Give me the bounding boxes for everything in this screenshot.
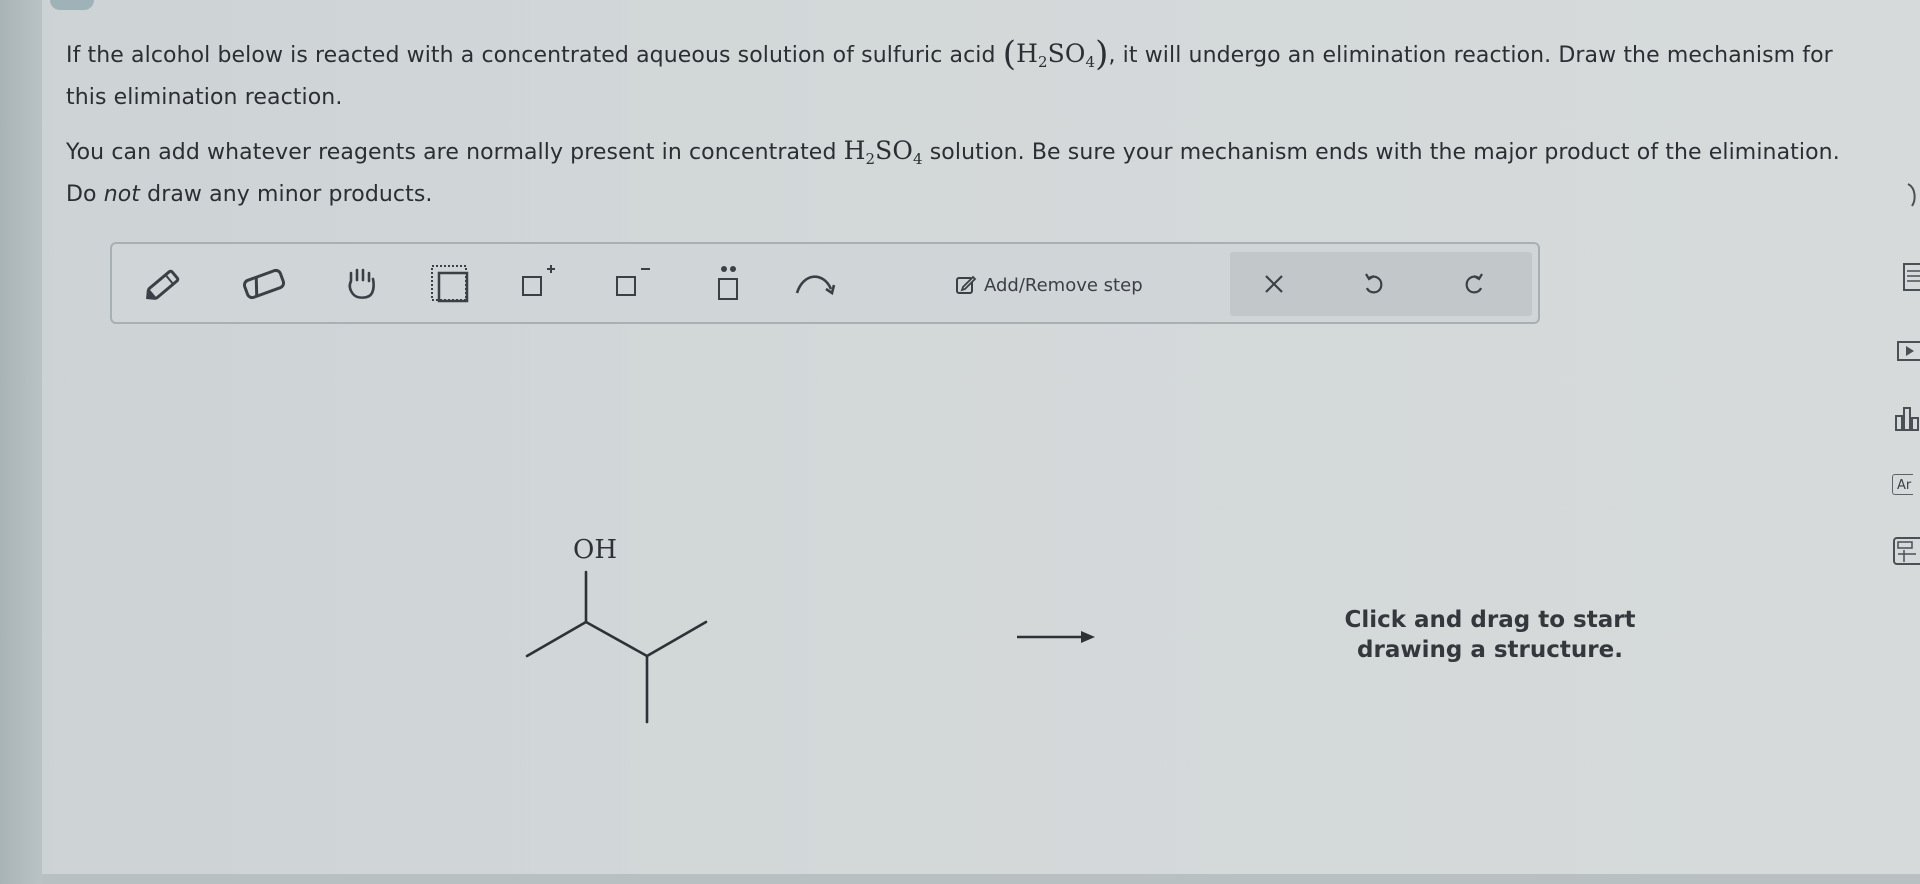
side-toolbar: Ar — [1890, 180, 1920, 600]
edit-icon — [956, 275, 977, 294]
bond-methyl-right — [645, 620, 708, 658]
side-tool-periodic-table[interactable] — [1890, 260, 1920, 292]
drawing-hint-line2: drawing a structure. — [1357, 637, 1623, 663]
bond-methyl-left — [525, 620, 588, 658]
sulfuric-acid-formula-2: H2SO4 — [843, 136, 923, 168]
left-bezel — [0, 0, 42, 884]
question-line1-start: If the alcohol below is reacted with a c… — [66, 43, 1003, 68]
undo-button[interactable] — [1350, 260, 1398, 308]
side-tool-arc[interactable] — [1890, 180, 1920, 212]
drawing-hint[interactable]: Click and drag to start drawing a struct… — [1300, 605, 1680, 665]
positive-charge-tool[interactable] — [512, 258, 564, 310]
action-group — [1230, 252, 1532, 316]
eraser-icon — [242, 268, 286, 300]
question-para2-end: solution. Be sure your mechanism ends wi… — [922, 140, 1840, 165]
add-remove-step-button[interactable]: Add/Remove step — [954, 269, 1143, 301]
plus-charge-icon — [522, 265, 555, 296]
hand-icon — [348, 268, 375, 299]
periodic-table-icon — [1903, 263, 1920, 291]
bottom-edge — [42, 874, 1920, 884]
lone-pair-icon — [718, 266, 738, 300]
side-tool-aromatic[interactable]: Ar — [1892, 474, 1914, 495]
question-para3-emphasis: not — [103, 182, 141, 207]
redo-icon — [1465, 273, 1483, 294]
question-paragraph-1: If the alcohol below is reacted with a c… — [66, 36, 1846, 115]
sulfuric-acid-formula: H2SO4 — [1016, 39, 1096, 71]
question-para2-start: You can add whatever reagents are normal… — [66, 140, 844, 165]
open-paren: ( — [1002, 34, 1017, 74]
redo-button[interactable] — [1450, 260, 1498, 308]
negative-charge-tool[interactable] — [606, 258, 658, 310]
reaction-arrow — [1017, 631, 1095, 643]
partial-arc-icon — [1907, 183, 1916, 207]
select-box-icon — [431, 265, 469, 303]
drawing-toolbar: Add/Remove step — [110, 242, 1540, 324]
question-paragraph-2: You can add whatever reagents are normal… — [66, 133, 1846, 212]
question-line2: this elimination reaction. — [66, 85, 343, 110]
select-tool[interactable] — [424, 258, 476, 310]
drawing-hint-line1: Click and drag to start — [1344, 607, 1636, 633]
pencil-icon — [146, 269, 180, 300]
question-line1-end: , it will undergo an elimination reactio… — [1108, 43, 1833, 68]
screen: If the alcohol below is reacted with a c… — [0, 0, 1920, 884]
question-para3-end: draw any minor products. — [140, 182, 433, 207]
minus-charge-icon — [616, 268, 650, 296]
play-icon — [1897, 341, 1920, 361]
calculator-icon — [1893, 537, 1920, 565]
bar-chart-icon — [1895, 407, 1919, 431]
side-tool-calculator[interactable] — [1890, 534, 1920, 566]
alcohol-structure[interactable] — [520, 530, 720, 730]
eraser-tool[interactable] — [238, 258, 290, 310]
side-tool-chart[interactable] — [1890, 402, 1920, 434]
side-tool-play[interactable] — [1890, 334, 1920, 366]
undo-icon — [1365, 273, 1383, 294]
close-icon — [1265, 275, 1283, 293]
hand-tool[interactable] — [336, 258, 388, 310]
curved-arrow-icon — [795, 275, 836, 296]
close-paren: ) — [1095, 34, 1109, 74]
top-tab[interactable] — [50, 0, 94, 10]
curved-arrow-tool[interactable] — [790, 258, 842, 310]
lone-pair-tool[interactable] — [702, 258, 754, 310]
clear-button[interactable] — [1250, 260, 1298, 308]
add-remove-step-label: Add/Remove step — [984, 274, 1143, 296]
bond-c-c — [584, 620, 649, 658]
pencil-tool[interactable] — [138, 258, 190, 310]
question-para3-start: Do — [66, 182, 104, 207]
question-text: If the alcohol below is reacted with a c… — [66, 36, 1846, 230]
